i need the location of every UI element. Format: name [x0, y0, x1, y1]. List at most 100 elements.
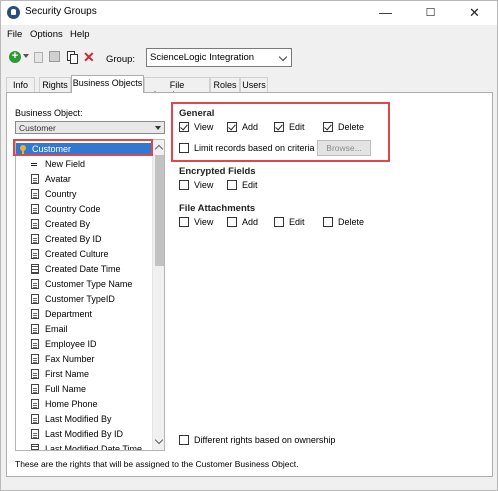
- tree-item-label: Employee ID: [45, 339, 97, 349]
- encrypted-view-label: View: [194, 180, 214, 190]
- file-attachments-title: File Attachments: [179, 203, 256, 214]
- tree-item-label: Customer Type Name: [45, 279, 133, 289]
- tree-item[interactable]: Created Culture: [30, 247, 152, 262]
- delete-icon[interactable]: ✕: [83, 50, 95, 64]
- scroll-down-icon[interactable]: [154, 435, 164, 445]
- datetime-field-icon: [31, 444, 39, 450]
- menu-help[interactable]: Help: [70, 29, 90, 40]
- tree-item-label: Avatar: [45, 174, 71, 184]
- tree-item-label: Created Date Time: [45, 264, 121, 274]
- attachments-edit-label: Edit: [289, 217, 305, 227]
- tree-item-label: Created By: [45, 219, 91, 229]
- field-icon: [31, 309, 39, 319]
- tab-roles[interactable]: Roles: [210, 77, 240, 93]
- field-icon: [31, 384, 39, 394]
- tree-item[interactable]: Home Phone: [30, 397, 152, 412]
- add-icon[interactable]: +: [9, 51, 21, 63]
- business-object-select[interactable]: Customer: [15, 121, 165, 134]
- tree-item[interactable]: New Field: [30, 157, 152, 172]
- tree-item-label: Last Modified By: [45, 414, 112, 424]
- tree-item-label: Fax Number: [45, 354, 95, 364]
- tree-item-label: New Field: [45, 159, 86, 169]
- group-select[interactable]: ScienceLogic Integration: [146, 48, 292, 67]
- new-field-icon: [31, 159, 41, 169]
- attachments-add-label: Add: [242, 217, 259, 227]
- chevron-down-icon: [278, 52, 288, 62]
- scroll-thumb[interactable]: [155, 155, 164, 266]
- checkbox-unchecked-icon: [179, 435, 189, 445]
- tree-item[interactable]: Last Modified Date Time: [30, 442, 152, 451]
- tree-item[interactable]: Customer Type Name: [30, 277, 152, 292]
- copy-icon[interactable]: [67, 51, 79, 64]
- tree-item-label: Home Phone: [45, 399, 98, 409]
- dropdown-arrow-icon[interactable]: [23, 54, 29, 58]
- tree-item[interactable]: Created By ID: [30, 232, 152, 247]
- tree-item-label: Created Culture: [45, 249, 109, 259]
- encrypted-fields-title: Encrypted Fields: [179, 166, 256, 177]
- tree-item-label: Country: [45, 189, 77, 199]
- trash-icon[interactable]: [34, 52, 43, 63]
- save-icon[interactable]: [49, 51, 60, 62]
- tree-item-label: Created By ID: [45, 234, 102, 244]
- encrypted-edit-label: Edit: [242, 180, 258, 190]
- field-icon: [31, 369, 39, 379]
- tree-item[interactable]: Last Modified By: [30, 412, 152, 427]
- field-icon: [31, 339, 39, 349]
- tab-business-objects[interactable]: Business Objects: [71, 75, 144, 93]
- tree-item[interactable]: Created By: [30, 217, 152, 232]
- tree-item[interactable]: Last Modified By ID: [30, 427, 152, 442]
- tab-info[interactable]: Info: [6, 77, 35, 93]
- field-icon: [31, 204, 39, 214]
- field-icon: [31, 174, 39, 184]
- tree-item[interactable]: Created Date Time: [30, 262, 152, 277]
- business-object-value: Customer: [19, 123, 56, 133]
- close-button[interactable]: ✕: [452, 1, 497, 25]
- tree-item-label: Customer TypeID: [45, 294, 115, 304]
- field-icon: [31, 399, 39, 409]
- field-icon: [31, 219, 39, 229]
- tree-item-label: Last Modified By ID: [45, 429, 124, 439]
- tree-item[interactable]: Country: [30, 187, 152, 202]
- attachments-view-label: View: [194, 217, 214, 227]
- tree-item-label: Full Name: [45, 384, 87, 394]
- tab-file-attachments[interactable]: File Attachments: [144, 77, 210, 100]
- tree-item[interactable]: Email: [30, 322, 152, 337]
- tree-item[interactable]: Full Name: [30, 382, 152, 397]
- tree-item[interactable]: First Name: [30, 367, 152, 382]
- menu-options[interactable]: Options: [30, 29, 63, 40]
- field-icon: [31, 429, 39, 439]
- app-icon: [7, 6, 20, 19]
- tab-users[interactable]: Users: [240, 77, 268, 93]
- tree-scrollbar[interactable]: [152, 140, 164, 450]
- tree-item[interactable]: Fax Number: [30, 352, 152, 367]
- scroll-up-icon[interactable]: [154, 144, 164, 154]
- menu-bar: File Options Help: [1, 26, 497, 44]
- field-icon: [31, 324, 39, 334]
- menu-file[interactable]: File: [7, 29, 22, 40]
- group-label: Group:: [106, 54, 136, 65]
- field-icon: [31, 234, 39, 244]
- tree-item-label: Last Modified Date Time: [45, 444, 143, 451]
- checkbox-unchecked-icon: [274, 217, 284, 227]
- field-icon: [31, 279, 39, 289]
- business-object-label: Business Object:: [15, 108, 83, 118]
- checkbox-unchecked-icon: [323, 217, 333, 227]
- tree-item[interactable]: Employee ID: [30, 337, 152, 352]
- tab-rights[interactable]: Rights: [39, 77, 71, 93]
- maximize-button[interactable]: ☐: [408, 1, 453, 25]
- field-icon: [31, 294, 39, 304]
- tree-item[interactable]: Avatar: [30, 172, 152, 187]
- minimize-button[interactable]: —: [363, 1, 408, 25]
- checkbox-unchecked-icon: [227, 217, 237, 227]
- dropdown-arrow-icon: [155, 126, 161, 130]
- field-tree[interactable]: Customer New Field Avatar Country Country C…: [15, 139, 165, 451]
- tree-item-label: Department: [45, 309, 93, 319]
- field-icon: [31, 249, 39, 259]
- checkbox-unchecked-icon: [179, 180, 189, 190]
- checkbox-unchecked-icon: [227, 180, 237, 190]
- title-bar: Security Groups — ☐ ✕: [1, 1, 497, 25]
- tree-item[interactable]: Country Code: [30, 202, 152, 217]
- tree-item[interactable]: Customer TypeID: [30, 292, 152, 307]
- tree-item-label: Email: [45, 324, 68, 334]
- tree-item[interactable]: Department: [30, 307, 152, 322]
